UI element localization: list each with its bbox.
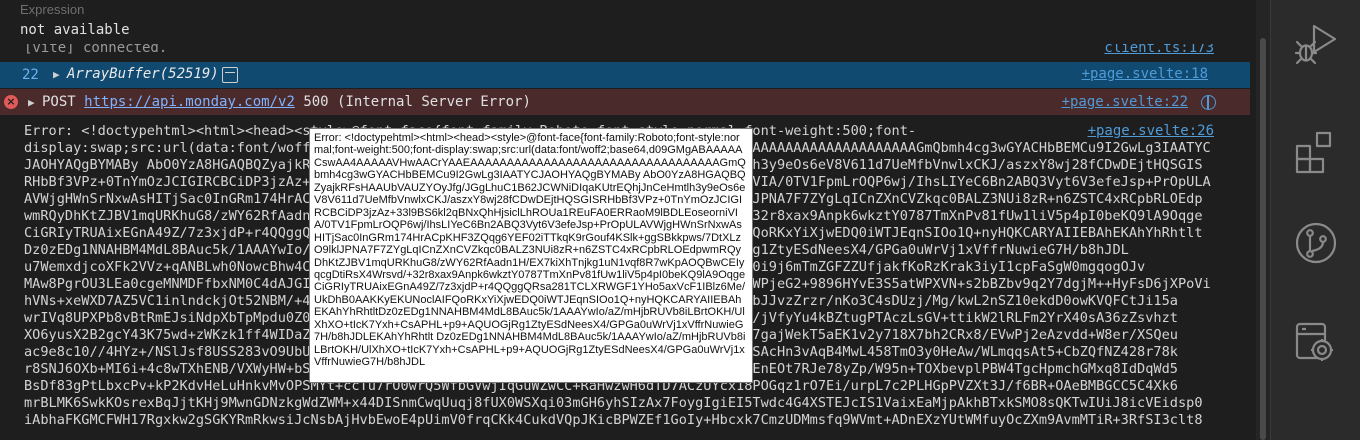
- debug-console: [vite] connected. client.ts:173 Expressi…: [0, 0, 1256, 440]
- error-text-line: mrBLMK6SwkKOsrexBqJjtKHj9MwnGDNzkgWdZWM+…: [24, 395, 1203, 411]
- console-message[interactable]: ArrayBuffer(52519): [67, 66, 219, 82]
- http-status: 500 (Internal Server Error): [303, 94, 531, 110]
- expression-value: not available: [20, 22, 130, 38]
- activity-bar: [1270, 0, 1360, 440]
- error-text-line: iAbhaFKGMCFWH17Rgxkw2gSGKYRmRkwsiJcNsbAj…: [24, 412, 1203, 428]
- error-icon: ×: [4, 95, 18, 109]
- extensions-icon[interactable]: [1294, 128, 1338, 174]
- hover-tooltip: Error: <!doctypehtml><html><head><style>…: [309, 128, 753, 383]
- source-control-icon[interactable]: [1294, 220, 1338, 266]
- http-method: POST: [42, 94, 76, 110]
- expression-hover: Expression not available: [0, 0, 1256, 44]
- memory-inspector-icon[interactable]: [222, 67, 238, 83]
- remote-explorer-icon[interactable]: [1294, 318, 1338, 364]
- console-row-arraybuffer[interactable]: 22 ▶ ArrayBuffer(52519) +page.svelte:18: [0, 62, 1250, 88]
- request-url-link[interactable]: https://api.monday.com/v2: [84, 94, 295, 110]
- source-link[interactable]: +page.svelte:22: [1062, 94, 1188, 110]
- network-globe-icon[interactable]: [1201, 95, 1216, 110]
- console-row-network-error[interactable]: × ▶ POST https://api.monday.com/v2 500 (…: [0, 89, 1250, 115]
- repeat-count-badge: 22: [22, 67, 39, 83]
- run-debug-icon[interactable]: [1294, 22, 1338, 68]
- console-message: POST https://api.monday.com/v2 500 (Inte…: [42, 94, 531, 110]
- expand-triangle-icon[interactable]: ▶: [28, 96, 35, 109]
- scrollbar-thumb[interactable]: [1260, 38, 1266, 440]
- console-scrollbar[interactable]: [1256, 0, 1270, 440]
- expression-label: Expression: [20, 2, 85, 17]
- expand-triangle-icon[interactable]: ▶: [53, 68, 60, 81]
- source-link[interactable]: +page.svelte:18: [1082, 66, 1208, 82]
